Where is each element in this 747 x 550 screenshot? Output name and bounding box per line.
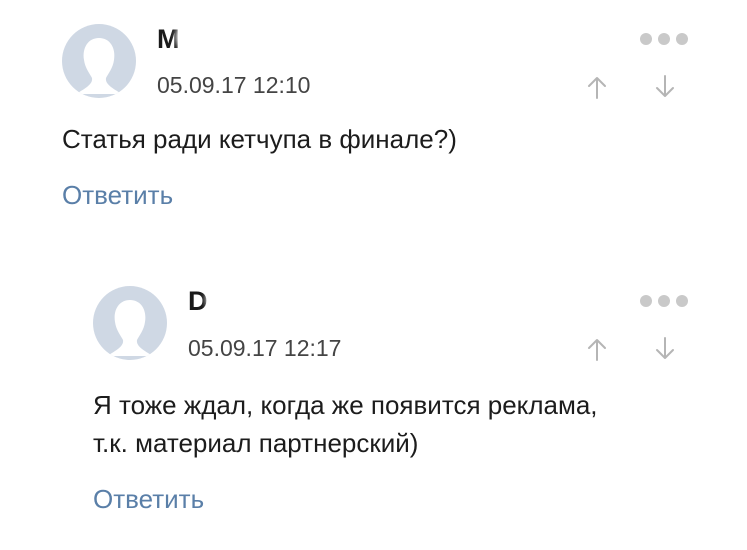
comment-date: 05.09.17 12:10 <box>157 72 311 98</box>
reply-button[interactable]: Ответить <box>93 484 204 515</box>
author-name[interactable]: М <box>157 24 180 55</box>
more-dots-icon[interactable] <box>640 295 690 309</box>
avatar[interactable] <box>62 24 136 98</box>
arrow-down-icon[interactable] <box>652 74 678 100</box>
comment-text: Статья ради кетчупа в финале?) <box>62 124 457 154</box>
reply-button[interactable]: Ответить <box>62 180 173 211</box>
comment-date: 05.09.17 12:17 <box>188 335 342 361</box>
arrow-down-icon[interactable] <box>652 336 678 362</box>
redacted-name-overlay <box>210 286 386 312</box>
more-dots-icon[interactable] <box>640 33 690 47</box>
avatar[interactable] <box>93 286 167 360</box>
arrow-up-icon[interactable] <box>584 74 610 100</box>
author-name[interactable]: D <box>188 286 208 317</box>
redacted-name-overlay <box>180 24 418 50</box>
arrow-up-icon[interactable] <box>584 336 610 362</box>
comment-text-line-2: т.к. материал партнерский) <box>93 428 419 458</box>
default-avatar-icon <box>107 300 153 356</box>
default-avatar-icon <box>76 38 122 94</box>
comment-text-line-1: Я тоже ждал, когда же появится реклама, <box>93 390 598 420</box>
